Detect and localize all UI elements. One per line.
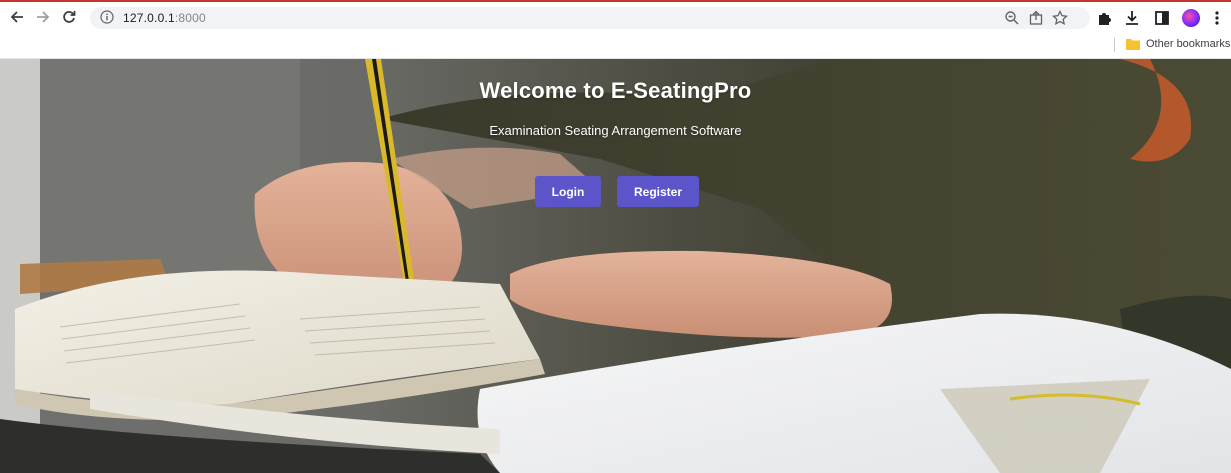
other-bookmarks-link[interactable]: Other bookmarks — [1146, 38, 1230, 50]
url-port: :8000 — [174, 11, 206, 25]
download-icon[interactable] — [1123, 9, 1141, 27]
zoom-icon[interactable] — [1004, 10, 1020, 26]
info-icon[interactable] — [100, 10, 114, 24]
reload-icon — [63, 11, 76, 23]
star-icon[interactable] — [1052, 10, 1068, 26]
url-host: 127.0.0.1 — [123, 11, 175, 25]
hero-subtitle: Examination Seating Arrangement Software — [489, 123, 742, 138]
puzzle-icon[interactable] — [1096, 9, 1114, 27]
url-text: 127.0.0.1:8000 — [123, 11, 206, 25]
back-button[interactable] — [6, 6, 28, 28]
forward-button[interactable] — [32, 6, 54, 28]
kebab-menu-icon[interactable] — [1212, 8, 1222, 28]
bookmarks-separator — [1114, 38, 1115, 52]
profile-avatar[interactable] — [1182, 9, 1200, 27]
hero-title: Welcome to E-SeatingPro — [479, 78, 752, 103]
hero-background-image — [0, 59, 1231, 473]
folder-icon — [1126, 39, 1140, 50]
address-bar[interactable]: 127.0.0.1:8000 — [90, 7, 1090, 29]
side-panel-icon[interactable] — [1153, 9, 1171, 27]
hero-section: Welcome to E-SeatingPro Examination Seat… — [0, 59, 1231, 473]
reload-button[interactable] — [58, 6, 80, 28]
arrow-right-icon — [37, 11, 50, 23]
arrow-left-icon — [10, 11, 23, 23]
login-button[interactable]: Login — [535, 176, 601, 207]
browser-toolbar: 127.0.0.1:8000 — [0, 2, 1231, 32]
bookmarks-bar: Other bookmarks — [0, 32, 1231, 59]
share-icon[interactable] — [1028, 10, 1044, 26]
register-button[interactable]: Register — [617, 176, 699, 207]
